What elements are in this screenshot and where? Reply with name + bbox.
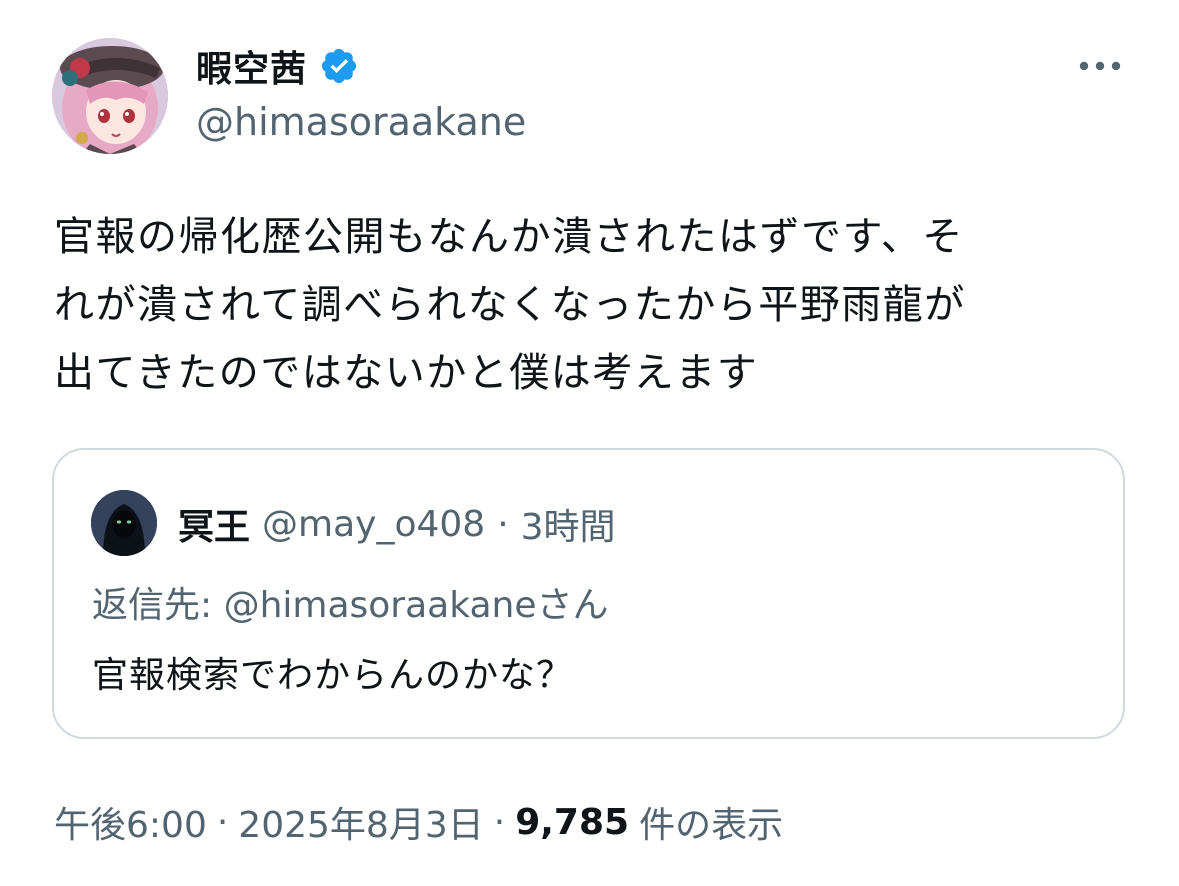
quote-display-name[interactable]: 冥王 — [178, 498, 250, 550]
meta-separator: · — [493, 801, 506, 843]
quote-handle[interactable]: @may_o408 — [262, 504, 485, 545]
tweet-text-line: 官報の帰化歴公開もなんか潰されたはずです、そ — [54, 214, 964, 260]
author-display-name[interactable]: 暇空茜 — [196, 40, 307, 92]
author-name-row: 暇空茜 — [196, 40, 359, 92]
anime-character-avatar-icon — [52, 38, 168, 154]
author-handle[interactable]: @himasoraakane — [196, 100, 526, 144]
verified-badge-icon[interactable] — [319, 46, 359, 86]
meta-separator: · — [216, 801, 229, 843]
tweet-text: 官報の帰化歴公開もなんか潰されたはずです、そ れが潰されて調べられなくなったから… — [54, 203, 1134, 407]
quote-separator: · — [497, 503, 509, 545]
quote-reply-to: 返信先: @himasoraakaneさん — [92, 585, 609, 626]
tweet-date[interactable]: 2025年8月3日 — [238, 796, 483, 848]
tweet-text-line: れが潰されて調べられなくなったから平野雨龍が — [54, 282, 966, 328]
quoted-tweet-card[interactable]: 冥王 @may_o408 · 3時間 返信先: @himasoraakaneさん… — [52, 448, 1125, 739]
quote-timestamp[interactable]: 3時間 — [521, 498, 616, 550]
quote-author-avatar[interactable] — [91, 490, 157, 556]
tweet-time[interactable]: 午後6:00 — [54, 796, 207, 848]
views-label: 件の表示 — [639, 805, 784, 846]
more-options-icon — [1079, 61, 1121, 71]
tweet-meta: 午後6:00 · 2025年8月3日 · 9,785 件の表示 — [54, 794, 783, 850]
more-options-button[interactable] — [1070, 48, 1130, 84]
dark-hooded-figure-avatar-icon — [91, 490, 157, 556]
views-count[interactable]: 9,785 — [515, 802, 629, 843]
tweet-text-line: 出てきたのではないかと僕は考えます — [54, 350, 759, 396]
quote-text: 官報検索でわからんのかな？ — [92, 655, 574, 696]
author-avatar[interactable] — [52, 38, 168, 154]
quote-header: 冥王 @may_o408 · 3時間 — [178, 498, 616, 550]
tweet: 暇空茜 @himasoraakane 官報の帰化歴公開もなんか潰されたはずです、… — [0, 0, 1179, 886]
